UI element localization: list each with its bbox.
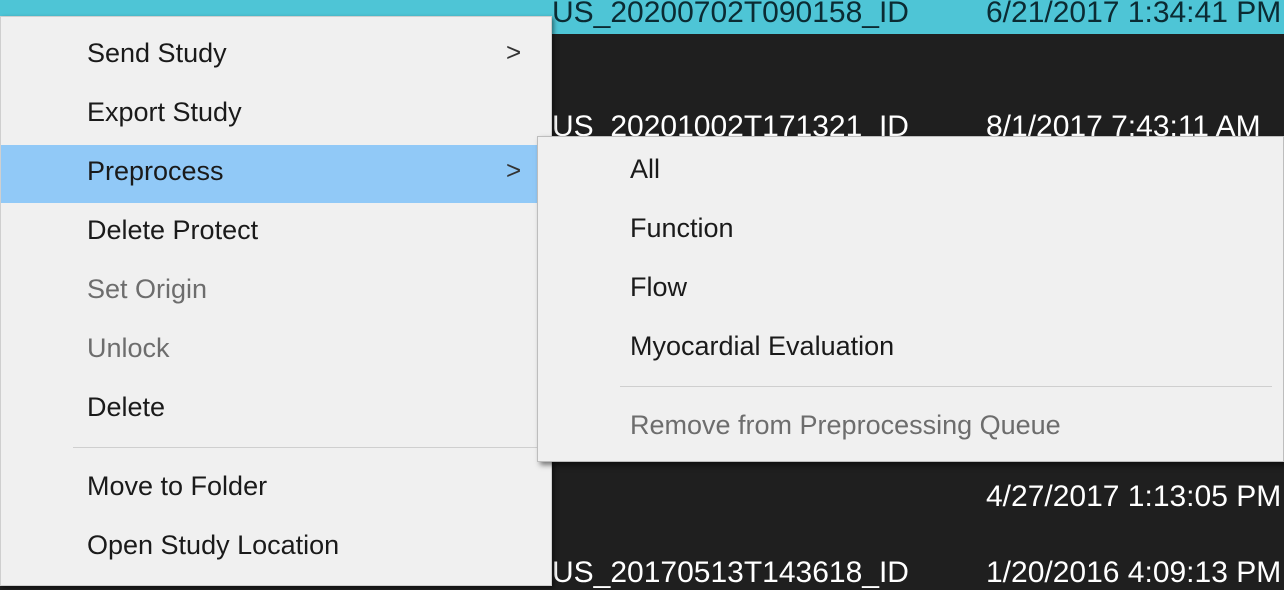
menu-item-label: Preprocess <box>87 156 224 186</box>
study-id: US_20200702T090158_ID <box>552 0 909 29</box>
menu-item-label: Delete <box>87 392 166 422</box>
study-id: US_20170513T143618_ID <box>552 556 909 589</box>
menu-item-open-study-location[interactable]: Open Study Location <box>1 519 552 577</box>
submenu-item-label: Flow <box>630 272 688 302</box>
menu-item-label: Delete Protect <box>87 215 259 245</box>
menu-item-preprocess[interactable]: Preprocess > <box>1 145 552 203</box>
preprocess-submenu: All Function Flow Myocardial Evaluation … <box>537 136 1284 462</box>
submenu-item-remove-from-queue: Remove from Preprocessing Queue <box>538 399 1283 457</box>
menu-item-label: Move to Folder <box>87 471 268 501</box>
menu-item-delete[interactable]: Delete <box>1 381 552 439</box>
menu-item-delete-protect[interactable]: Delete Protect <box>1 204 552 262</box>
submenu-item-function[interactable]: Function <box>538 202 1283 260</box>
submenu-item-label: Myocardial Evaluation <box>630 331 895 361</box>
menu-item-label: Set Origin <box>87 274 208 304</box>
menu-item-label: Export Study <box>87 97 242 127</box>
submenu-item-label: Remove from Preprocessing Queue <box>630 410 1061 440</box>
menu-item-unlock: Unlock <box>1 322 552 380</box>
study-date: 6/21/2017 1:34:41 PM <box>986 0 1282 29</box>
menu-item-label: Unlock <box>87 333 170 363</box>
submenu-item-label: All <box>630 154 661 184</box>
menu-separator <box>73 447 551 448</box>
chevron-right-icon: > <box>506 155 522 185</box>
menu-item-label: Open Study Location <box>87 530 340 560</box>
study-date: 1/20/2016 4:09:13 PM <box>986 556 1282 589</box>
menu-item-label: Send Study <box>87 38 227 68</box>
submenu-item-flow[interactable]: Flow <box>538 261 1283 319</box>
submenu-item-label: Function <box>630 213 734 243</box>
menu-item-set-origin: Set Origin <box>1 263 552 321</box>
menu-item-export-study[interactable]: Export Study <box>1 86 552 144</box>
submenu-item-myocardial-evaluation[interactable]: Myocardial Evaluation <box>538 320 1283 378</box>
chevron-right-icon: > <box>506 37 522 67</box>
menu-item-send-study[interactable]: Send Study > <box>1 27 552 85</box>
submenu-item-all[interactable]: All <box>538 143 1283 201</box>
study-date: 4/27/2017 1:13:05 PM <box>986 480 1282 513</box>
menu-item-move-to-folder[interactable]: Move to Folder <box>1 460 552 518</box>
context-menu: Send Study > Export Study Preprocess > D… <box>0 16 552 586</box>
menu-separator <box>620 386 1272 387</box>
